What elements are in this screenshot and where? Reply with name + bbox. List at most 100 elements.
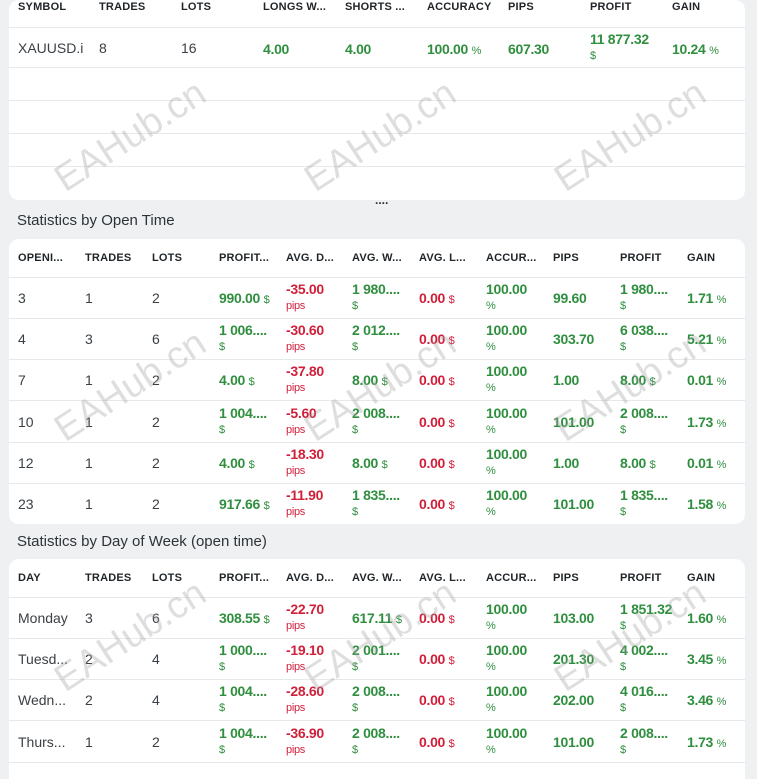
unit-label: $ [620, 506, 626, 518]
value: 0.00 [419, 331, 446, 348]
unit-label: $ [352, 661, 358, 674]
col-pips[interactable]: PIPS [553, 572, 579, 584]
symbols-header-row: SYMBOL TRADES LOTS LONGS W... SHORTS ...… [9, 0, 745, 28]
col-pips[interactable]: PIPS [508, 1, 534, 13]
value: -36.90 [286, 724, 324, 741]
col-gain[interactable]: GAIN [687, 252, 715, 264]
avg-l-cell: 0.00 $ [419, 453, 455, 475]
gain-cell: 3.46 % [687, 690, 726, 712]
col-lots[interactable]: LOTS [152, 252, 182, 264]
col-profit2[interactable]: PROFIT [620, 252, 662, 264]
col-key[interactable]: DAY [18, 572, 41, 584]
lots-cell: 4 [152, 651, 160, 668]
table-row: 10 1 2 1 004.... $ -5.60 pips 2 008.... $0.00 $1… [9, 401, 745, 443]
value: 100.00 [486, 683, 528, 700]
col-gain[interactable]: GAIN [687, 572, 715, 584]
profit2-cell: 4 002.... $ [620, 640, 668, 674]
value: -19.10 [286, 642, 324, 659]
unit-label: % [486, 341, 496, 354]
key-cell: 23 [18, 496, 34, 512]
profit-cell: 308.55 $ [219, 608, 270, 630]
col-symbol[interactable]: SYMBOL [18, 1, 66, 13]
gain-cell: 1.73 % [687, 732, 726, 754]
table-row: Thurs... 1 2 1 004.... $ -36.90 pips 2 008.... $… [9, 721, 745, 763]
table-row: 4361 006.... $ -30.60 pips 2 012.... $0.00 $1… [9, 318, 745, 361]
key-cell: 3 [18, 290, 26, 306]
section-title-open-time: Statistics by Open Time [17, 212, 175, 229]
key-cell: Monday [18, 610, 68, 626]
col-avg-w[interactable]: AVG. W... [352, 252, 402, 264]
avg-d-cell: -11.90 pips [286, 485, 323, 519]
pips-cell: 303.70 [553, 331, 595, 348]
col-accuracy[interactable]: ACCUR... [486, 572, 537, 584]
value: 1 004.... [219, 404, 267, 421]
col-profit[interactable]: PROFIT... [219, 572, 269, 584]
unit-label: % [486, 702, 496, 715]
unit-label: $ [620, 423, 626, 436]
unit-label: $ [219, 423, 225, 436]
value: 100.00 [486, 445, 528, 462]
value: 8.00 [620, 372, 647, 389]
avg-d-cell: -36.90 pips [286, 723, 324, 757]
table-row: Tuesd... 2 4 1 000.... $ -19.10 pips 2 001.... $… [9, 638, 745, 681]
profit2-cell: 8.00 $ [620, 453, 656, 475]
unit-label: $ [352, 702, 358, 715]
col-key[interactable]: OPENI... [18, 252, 63, 264]
col-shorts[interactable]: SHORTS ... [345, 1, 405, 13]
avg-l-cell: 0.00 $ [419, 732, 455, 754]
profit-cell: 917.66 $ [219, 494, 270, 516]
trades-cell: 3 [85, 610, 93, 626]
unit-label: % [486, 506, 496, 518]
table-row: Wedn... 2 4 1 004.... $ -28.60 pips 2 008.... $0… [9, 679, 745, 722]
pips-cell: 103.00 [553, 610, 595, 626]
key-cell: 7 [18, 372, 26, 389]
value: 308.55 [219, 610, 261, 626]
col-lots[interactable]: LOTS [181, 1, 211, 13]
col-avg-w[interactable]: AVG. W... [352, 572, 402, 584]
unit-label: $ [352, 423, 358, 436]
table-row: Monday 3 6 308.55 $ -22.70 pips 617.11 $0.00 $… [9, 597, 745, 639]
more-indicator[interactable]: .... [375, 193, 388, 207]
table-row: 7 1 2 4.00 $ -37.80 pips 8.00 $0.00 $100.00% 1.… [9, 359, 745, 402]
col-trades[interactable]: TRADES [85, 252, 131, 264]
gain-cell: 1.60 % [687, 608, 726, 630]
trades-cell: 1 [85, 372, 93, 389]
empty-row [9, 67, 745, 101]
gain-cell: 3.45 % [687, 649, 726, 671]
unit-label: % [716, 614, 727, 626]
col-avg-d[interactable]: AVG. D... [286, 572, 334, 584]
col-avg-l[interactable]: AVG. L... [419, 572, 466, 584]
lots-cell: 2 [152, 733, 160, 750]
col-trades[interactable]: TRADES [99, 1, 145, 13]
accuracy-cell: 100.00% [486, 403, 527, 437]
col-lots[interactable]: LOTS [152, 572, 182, 584]
unit-label: % [716, 500, 727, 512]
col-gain[interactable]: GAIN [672, 1, 700, 13]
lots-cell: 6 [152, 610, 160, 626]
value: 100.00 [486, 363, 528, 380]
accuracy-cell: 100.00 % [427, 41, 482, 57]
unit-label: pips [286, 702, 305, 715]
value: 100.00 [486, 642, 528, 659]
col-accuracy[interactable]: ACCURACY [427, 1, 492, 13]
profit2-cell: 2 008.... $ [620, 403, 668, 437]
col-pips[interactable]: PIPS [553, 252, 579, 264]
col-trades[interactable]: TRADES [85, 572, 131, 584]
unit-label: $ [620, 661, 626, 674]
col-avg-l[interactable]: AVG. L... [419, 252, 466, 264]
avg-w-cell: 617.11 $ [352, 608, 402, 630]
col-profit2[interactable]: PROFIT [620, 572, 662, 584]
key-cell: Wedn... [18, 692, 66, 709]
col-profit[interactable]: PROFIT [590, 1, 632, 13]
col-longs[interactable]: LONGS W... [263, 1, 326, 13]
avg-w-cell: 8.00 $ [352, 370, 388, 392]
unit-label: pips [286, 464, 305, 477]
value: 2 008.... [352, 683, 400, 700]
col-profit[interactable]: PROFIT... [219, 252, 269, 264]
value: 8.00 [620, 454, 647, 471]
value: 1 980.... [352, 281, 400, 297]
col-avg-d[interactable]: AVG. D... [286, 252, 334, 264]
unit-label: $ [219, 661, 225, 674]
col-accuracy[interactable]: ACCUR... [486, 252, 537, 264]
value: 2 012.... [352, 322, 400, 339]
